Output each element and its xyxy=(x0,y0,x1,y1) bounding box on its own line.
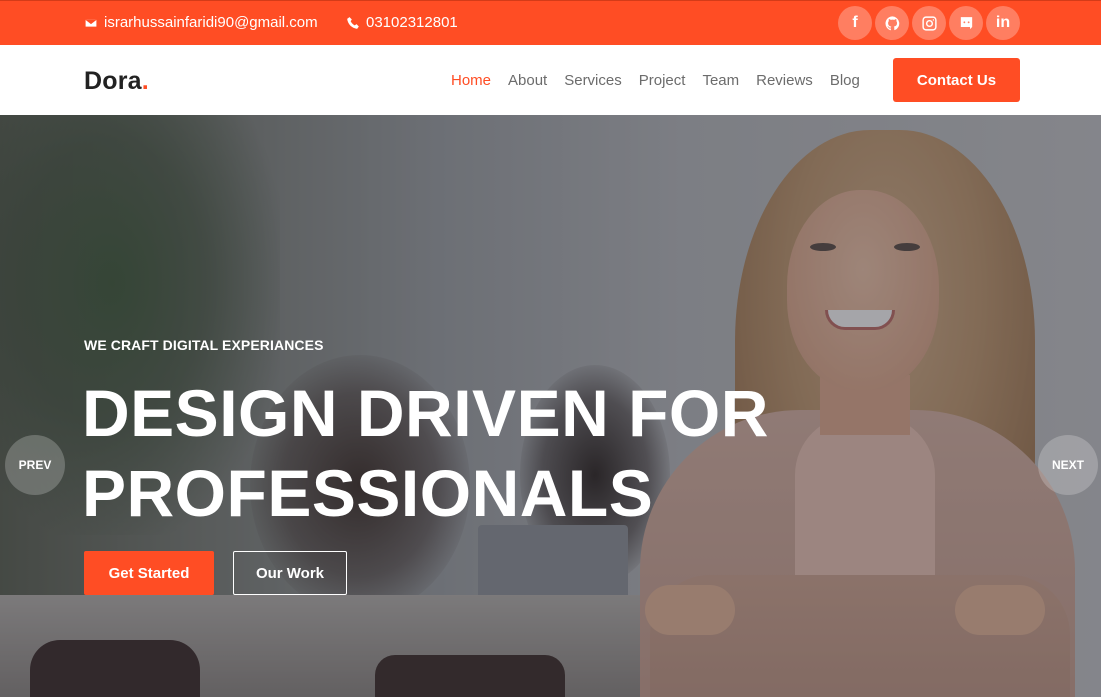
email-contact[interactable]: israrhussainfaridi90@gmail.com xyxy=(84,14,318,31)
social-links: f in xyxy=(838,6,1020,40)
nav-item-blog[interactable]: Blog xyxy=(830,72,860,89)
email-text: israrhussainfaridi90@gmail.com xyxy=(104,14,318,31)
facebook-icon[interactable]: f xyxy=(838,6,872,40)
next-slide-button[interactable]: NEXT xyxy=(1038,435,1098,495)
our-work-button[interactable]: Our Work xyxy=(233,551,347,595)
logo[interactable]: Dora. xyxy=(84,67,149,96)
headline-line-2: PROFESSIONALS xyxy=(82,456,654,530)
contact-us-button[interactable]: Contact Us xyxy=(893,58,1020,102)
main-nav: Dora. Home About Services Project Team R… xyxy=(0,45,1101,115)
nav-item-home[interactable]: Home xyxy=(451,72,491,89)
instagram-icon[interactable] xyxy=(912,6,946,40)
nav-item-about[interactable]: About xyxy=(508,72,547,89)
phone-contact[interactable]: 03102312801 xyxy=(346,14,458,31)
get-started-button[interactable]: Get Started xyxy=(84,551,214,595)
nav-menu: Home About Services Project Team Reviews… xyxy=(451,72,877,89)
top-bar: israrhussainfaridi90@gmail.com 031023128… xyxy=(0,0,1101,45)
prev-slide-button[interactable]: PREV xyxy=(5,435,65,495)
hero-kicker: WE CRAFT DIGITAL EXPERIANCES xyxy=(84,337,324,353)
github-icon[interactable] xyxy=(875,6,909,40)
hero-section: WE CRAFT DIGITAL EXPERIANCES DESIGN DRIV… xyxy=(0,115,1101,697)
headline-line-1: DESIGN DRIVEN FOR xyxy=(82,376,769,450)
linkedin-icon[interactable]: in xyxy=(986,6,1020,40)
phone-icon xyxy=(347,16,359,29)
phone-text: 03102312801 xyxy=(366,14,458,31)
discord-icon[interactable] xyxy=(949,6,983,40)
nav-item-services[interactable]: Services xyxy=(564,72,622,89)
nav-item-team[interactable]: Team xyxy=(702,72,739,89)
mail-icon xyxy=(84,17,98,28)
nav-item-project[interactable]: Project xyxy=(639,72,686,89)
hero-headline: DESIGN DRIVEN FOR PROFESSIONALS xyxy=(82,373,769,533)
nav-item-reviews[interactable]: Reviews xyxy=(756,72,813,89)
